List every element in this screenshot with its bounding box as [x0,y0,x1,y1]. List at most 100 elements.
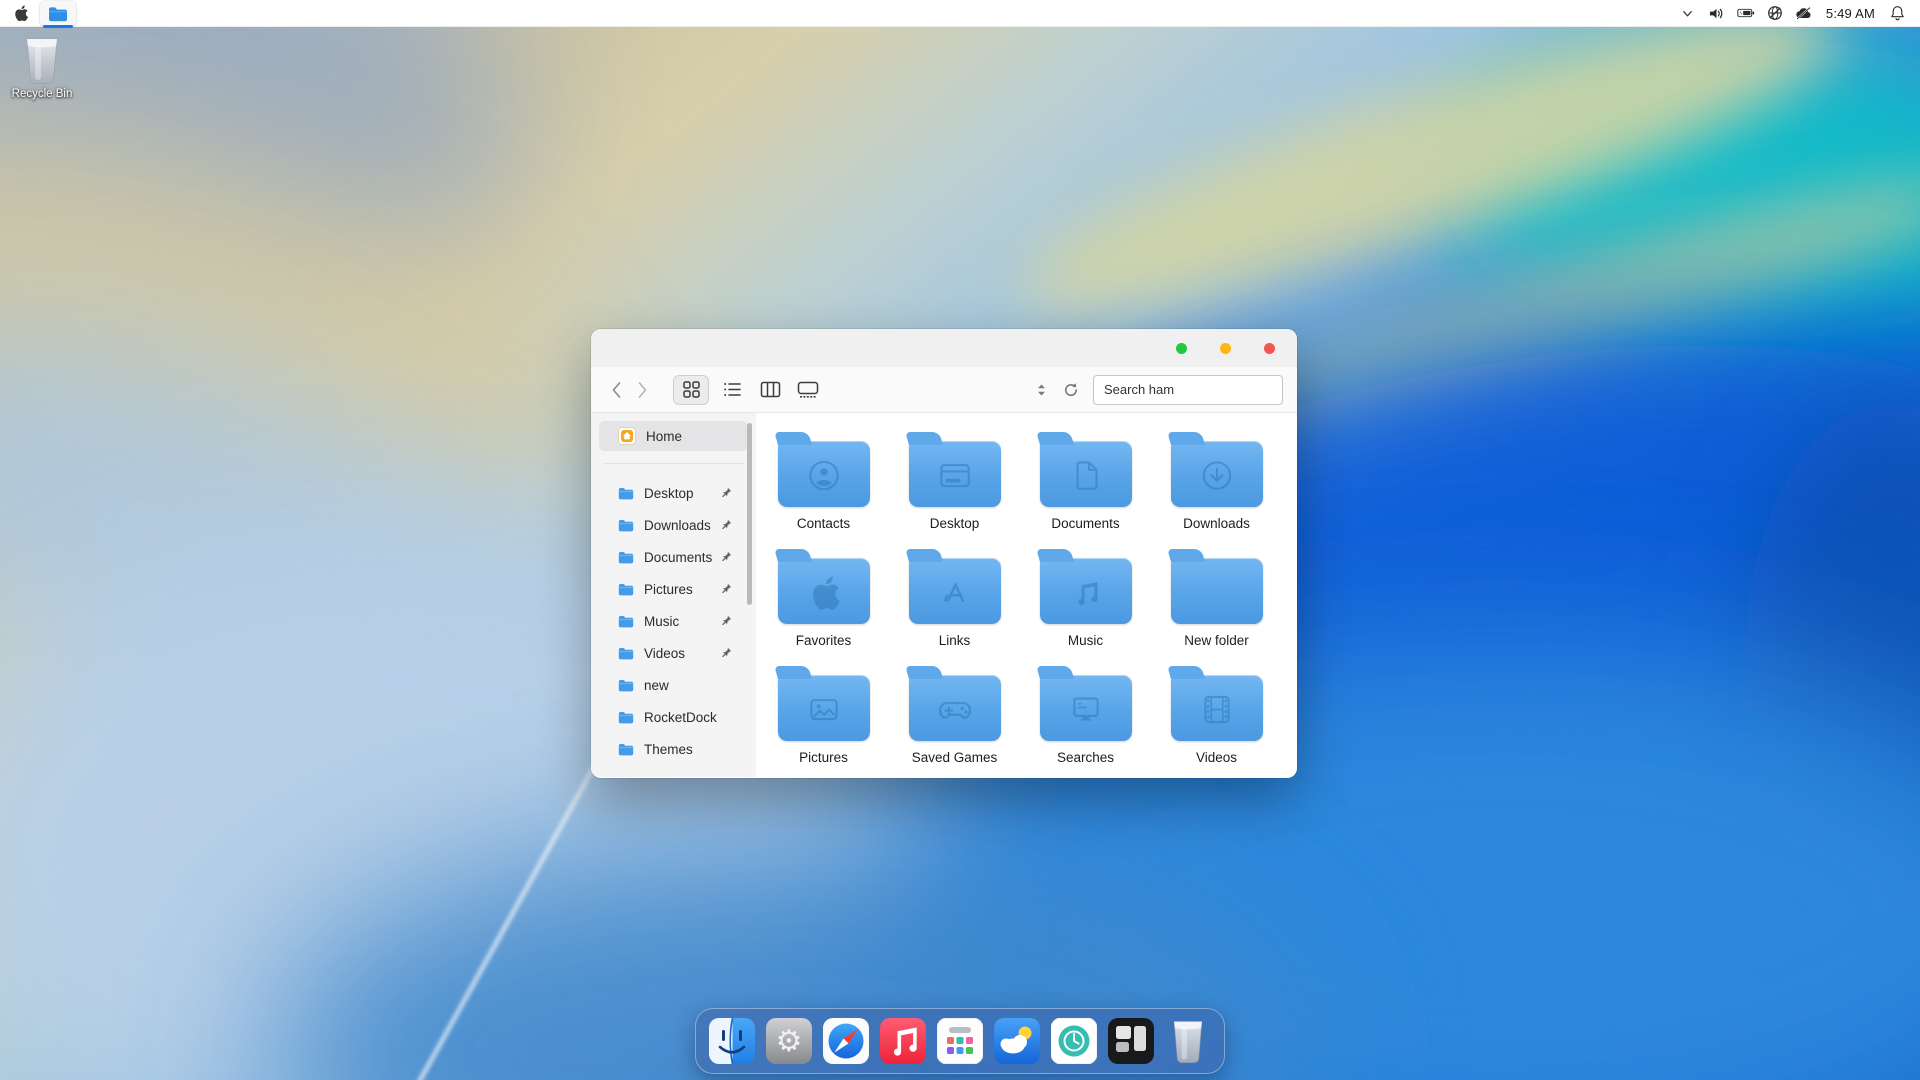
saved-games-folder-icon [909,675,1001,741]
sidebar-item-pictures[interactable]: Pictures [599,574,748,604]
contacts-folder-icon [778,441,870,507]
folder-tile-videos[interactable]: Videos [1151,663,1282,778]
folder-tile-desktop[interactable]: Desktop [889,429,1020,546]
sidebar-item-videos[interactable]: Videos [599,638,748,668]
sidebar-item-themes[interactable]: Themes [599,734,748,764]
document-icon [1066,456,1106,496]
trash-basket-icon [1167,1017,1209,1065]
app-store-icon [935,573,975,613]
dock-finder[interactable] [709,1018,755,1064]
launchpad-icon [937,1018,983,1064]
folder-tile-searches[interactable]: Searches [1020,663,1151,778]
folder-tile-music[interactable]: Music [1020,546,1151,663]
window-titlebar[interactable] [591,329,1297,367]
folder-icon [618,583,634,596]
folder-tile-contacts[interactable]: Contacts [758,429,889,546]
sidebar-item-music[interactable]: Music [599,606,748,636]
folder-tile-downloads[interactable]: Downloads [1151,429,1282,546]
maximize-button[interactable] [1220,343,1231,354]
search-input[interactable] [1093,375,1283,405]
dock-trash[interactable] [1165,1018,1211,1064]
game-controller-icon [934,689,976,731]
menu-bar: 5:49 AM [0,0,1920,27]
grid-view-button[interactable] [673,375,709,405]
pin-icon [720,519,732,531]
safari-icon [823,1018,869,1064]
pictures-folder-icon [778,675,870,741]
sort-button[interactable] [1031,378,1051,402]
refresh-button[interactable] [1061,378,1081,402]
grid-view-icon [682,380,701,399]
pin-icon [720,647,732,659]
dock-weather[interactable] [994,1018,1040,1064]
film-strip-icon [1197,690,1237,730]
taskbar-active-app-button[interactable] [40,1,76,26]
active-app-indicator [43,25,73,28]
list-view-button[interactable] [717,376,747,404]
file-explorer-window: Home Desktop Downloads Documents P [591,329,1297,778]
dock-time-machine[interactable] [1051,1018,1097,1064]
pin-icon [720,487,732,499]
apple-menu[interactable] [0,0,40,26]
minimize-button[interactable] [1176,343,1187,354]
sidebar-scrollbar[interactable] [747,423,752,605]
home-icon [618,427,636,445]
finder-icon [709,1018,755,1064]
dock-launchpad[interactable] [937,1018,983,1064]
columns-view-button[interactable] [755,376,785,404]
back-button[interactable] [603,375,629,405]
sidebar-item-new[interactable]: new [599,670,748,700]
folder-tile-links[interactable]: Links [889,546,1020,663]
folder-tile-saved-games[interactable]: Saved Games [889,663,1020,778]
recycle-bin-label: Recycle Bin [12,88,73,100]
downloads-folder-icon [1171,441,1263,507]
sidebar-item-downloads[interactable]: Downloads [599,510,748,540]
music-folder-icon [1040,558,1132,624]
folder-tile-documents[interactable]: Documents [1020,429,1151,546]
sort-updown-icon [1037,384,1046,396]
music-app-icon [880,1018,926,1064]
weather-icon [994,1018,1040,1064]
cloud-off-icon[interactable] [1795,4,1813,22]
dock-music[interactable] [880,1018,926,1064]
apple-icon [807,574,841,612]
sidebar-item-home[interactable]: Home [599,421,748,451]
plain-folder-icon [1171,558,1263,624]
photo-icon [804,690,844,730]
gallery-view-button[interactable] [793,376,823,404]
pin-icon [720,551,732,563]
folder-tile-new-folder[interactable]: New folder [1151,546,1282,663]
searches-folder-icon [1040,675,1132,741]
folder-icon [618,487,634,500]
close-button[interactable] [1264,343,1275,354]
svg-text:⚙: ⚙ [776,1024,803,1059]
globe-offline-icon[interactable] [1766,4,1784,22]
folder-tile-favorites[interactable]: Favorites [758,546,889,663]
refresh-icon [1063,382,1079,398]
dock-settings[interactable]: ⚙ [766,1018,812,1064]
clock[interactable]: 5:49 AM [1824,6,1877,21]
notification-bell-icon[interactable] [1888,4,1906,22]
recycle-bin[interactable]: Recycle Bin [6,34,78,100]
sidebar-item-documents[interactable]: Documents [599,542,748,572]
dock-window-tiles[interactable] [1108,1018,1154,1064]
videos-folder-icon [1171,675,1263,741]
chevron-right-icon [637,381,648,399]
apple-logo-icon [13,4,28,22]
chevron-down-icon[interactable] [1679,4,1697,22]
sidebar-item-desktop[interactable]: Desktop [599,478,748,508]
trash-basket-icon [20,34,64,86]
folder-tile-pictures[interactable]: Pictures [758,663,889,778]
pin-icon [720,615,732,627]
monitor-icon [1066,690,1106,730]
forward-button[interactable] [629,375,655,405]
folder-icon [618,647,634,660]
battery-charging-icon[interactable] [1737,4,1755,22]
sidebar-item-rocketdock[interactable]: RocketDock [599,702,748,732]
volume-icon[interactable] [1708,4,1726,22]
pin-icon [720,583,732,595]
sidebar-divider [603,463,744,464]
dock-safari[interactable] [823,1018,869,1064]
folder-icon [618,615,634,628]
person-icon [804,456,844,496]
